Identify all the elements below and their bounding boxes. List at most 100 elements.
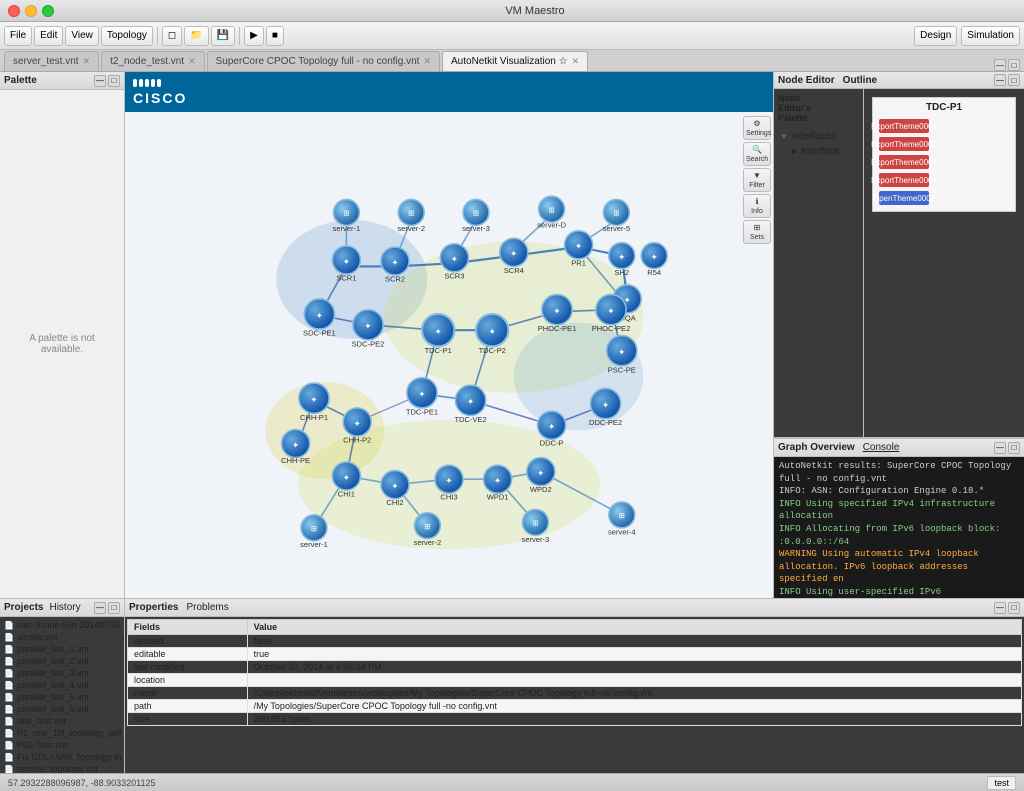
- project-item[interactable]: 📄parallel_link_2.vnt: [2, 655, 122, 667]
- ne-max-btn[interactable]: □: [1008, 74, 1020, 86]
- project-item[interactable]: 📄parallel_link_1.vnt: [2, 643, 122, 655]
- node-export-1[interactable]: ExportTheme0001: [877, 117, 1011, 135]
- props-max-btn[interactable]: □: [1008, 602, 1020, 614]
- node-open-1[interactable]: OpenTheme0001: [877, 189, 1011, 207]
- project-item[interactable]: 📄parallel_link_4.vnt: [2, 679, 122, 691]
- project-item[interactable]: 📄one_test.vnt: [2, 715, 122, 727]
- project-item[interactable]: 📄Fix CDL+ANK Topology Institute: [2, 751, 122, 763]
- project-item[interactable]: 📄parallel_link_3.vnt: [2, 667, 122, 679]
- project-item[interactable]: 📄P01-Test.vnt: [2, 739, 122, 751]
- projects-max-btn[interactable]: □: [108, 602, 120, 614]
- node-wpd2[interactable]: ✦ WPD2: [527, 458, 555, 495]
- projects-tab-label[interactable]: Projects: [4, 602, 43, 613]
- toolbar-design[interactable]: Design: [914, 26, 957, 46]
- node-chh-p1[interactable]: ✦ CHH-P1: [299, 383, 329, 422]
- console-tab-label[interactable]: Console: [863, 442, 900, 453]
- node-serverD[interactable]: ⊞ server-D: [537, 196, 566, 229]
- project-item[interactable]: 📄calc-Xmde-5lin-20140703_c: [2, 619, 122, 631]
- problems-tab-label[interactable]: Problems: [186, 602, 228, 613]
- toolbar-run[interactable]: ▶: [244, 26, 264, 46]
- node-ddc-pe2[interactable]: ✦ DDC-PE2: [589, 388, 622, 427]
- tree-interface[interactable]: ▸ Interface: [776, 144, 861, 159]
- node-scr3[interactable]: ✦ SCR3: [440, 244, 468, 281]
- ne-min-btn[interactable]: —: [994, 74, 1006, 86]
- node-tdc-p2[interactable]: ✦ TDC-P2: [476, 314, 508, 355]
- topology-panel: CISCO: [125, 72, 774, 598]
- node-scr4[interactable]: ✦ SCR4: [500, 238, 528, 275]
- toolbar-topology[interactable]: Topology: [101, 26, 153, 46]
- settings-tool[interactable]: ⚙Settings: [743, 116, 771, 140]
- node-server2[interactable]: ⊞ server-2: [397, 199, 425, 232]
- node-sdc-pe2[interactable]: ✦ SDC-PE2: [352, 310, 385, 349]
- history-tab-label[interactable]: History: [49, 602, 80, 613]
- close-button[interactable]: [8, 5, 20, 17]
- panel-min-btn[interactable]: —: [994, 59, 1006, 71]
- sets-tool[interactable]: ⊞Sets: [743, 220, 771, 244]
- toolbar-open[interactable]: 📁: [184, 26, 208, 46]
- tab-supercore[interactable]: SuperCore CPOC Topology full - no config…: [207, 51, 440, 71]
- node-scr1[interactable]: ✦ SCR1: [332, 246, 360, 283]
- project-item[interactable]: 📄simple.vnt: [2, 631, 122, 643]
- tab-close-icon[interactable]: ✕: [83, 56, 91, 67]
- topology-canvas[interactable]: ⊞ server-1 ⊞ server-2 ⊞ server-3 ⊞ serve…: [125, 112, 773, 598]
- node-ddc-p[interactable]: ✦ DDC-P: [538, 411, 566, 448]
- palette-maximize-btn[interactable]: □: [108, 75, 120, 87]
- filter-tool[interactable]: ▼Filter: [743, 168, 771, 192]
- tab-close-icon[interactable]: ✕: [572, 56, 580, 67]
- toolbar-stop[interactable]: ■: [266, 26, 284, 46]
- tab-node-test[interactable]: t2_node_test.vnt ✕: [101, 51, 205, 71]
- svg-text:server-1: server-1: [333, 224, 361, 233]
- node-tdc-ve2[interactable]: ✦ TDC-VE2: [454, 385, 486, 424]
- node-chh-p2[interactable]: ✦ CHH-P2: [343, 408, 371, 445]
- project-item[interactable]: 📄remote_topology.vnt: [2, 763, 122, 773]
- toolbar-edit[interactable]: Edit: [34, 26, 63, 46]
- tab-close-icon[interactable]: ✕: [423, 56, 431, 67]
- node-tdc-p1[interactable]: ✦ TDC-P1: [422, 314, 454, 355]
- info-tool[interactable]: ℹInfo: [743, 194, 771, 218]
- node-server-1b[interactable]: ⊞ server-1: [300, 515, 328, 549]
- console-min-btn[interactable]: —: [994, 442, 1006, 454]
- node-r54[interactable]: ✦ R54: [641, 243, 667, 277]
- tree-interfaces[interactable]: ▼ Interfaces: [776, 129, 861, 144]
- toolbar-file[interactable]: File: [4, 26, 32, 46]
- node-chh-pe[interactable]: ✦ CHH-PE: [281, 430, 310, 465]
- toolbar-save[interactable]: 💾: [211, 26, 235, 46]
- toolbar-simulation[interactable]: Simulation: [961, 26, 1020, 46]
- node-wpd1[interactable]: ✦ WPD1: [484, 465, 512, 502]
- node-server3[interactable]: ⊞ server-3: [462, 199, 490, 232]
- toolbar-view[interactable]: View: [65, 26, 99, 46]
- svg-text:✦: ✦: [618, 347, 626, 357]
- project-item[interactable]: 📄parallel_link_5.vnt: [2, 691, 122, 703]
- toolbar-new[interactable]: ◻: [162, 26, 182, 46]
- project-item[interactable]: 📄P1_one_1R_topology_with_PE_2R1: [2, 727, 122, 739]
- test-button[interactable]: test: [987, 776, 1016, 790]
- node-export-4[interactable]: ExportTheme0004: [877, 171, 1011, 189]
- projects-min-btn[interactable]: —: [94, 602, 106, 614]
- node-server-4b[interactable]: ⊞ server-4: [608, 502, 636, 536]
- palette-minimize-btn[interactable]: —: [94, 75, 106, 87]
- graph-overview-tab[interactable]: Graph Overview: [778, 442, 855, 453]
- maximize-button[interactable]: [42, 5, 54, 17]
- minimize-button[interactable]: [25, 5, 37, 17]
- node-server1[interactable]: ⊞ server-1: [333, 199, 361, 232]
- tab-close-icon[interactable]: ✕: [188, 56, 196, 67]
- console-max-btn[interactable]: □: [1008, 442, 1020, 454]
- node-server-3b[interactable]: ⊞ server-3: [522, 509, 550, 543]
- node-export-2[interactable]: ExportTheme0002: [877, 135, 1011, 153]
- tab-server-test[interactable]: server_test.vnt ✕: [4, 51, 99, 71]
- props-min-btn[interactable]: —: [994, 602, 1006, 614]
- panel-max-btn[interactable]: □: [1008, 59, 1020, 71]
- project-item[interactable]: 📄parallel_link_6.vnt: [2, 703, 122, 715]
- props-tab-label[interactable]: Properties: [129, 602, 178, 613]
- tree-item-label: Interface: [801, 146, 840, 157]
- svg-text:✦: ✦: [391, 257, 399, 267]
- node-server-2b[interactable]: ⊞ server-2: [414, 513, 442, 547]
- node-tdc-pe1[interactable]: ✦ TDC-PE1: [406, 378, 438, 417]
- search-tool[interactable]: 🔍Search: [743, 142, 771, 166]
- node-export-3[interactable]: ExportTheme0003: [877, 153, 1011, 171]
- node-scr2[interactable]: ✦ SCR2: [381, 247, 409, 284]
- node-psc-pe[interactable]: ✦ PSC-PE: [607, 336, 637, 375]
- node-server5[interactable]: ⊞ server-5: [603, 199, 631, 232]
- node-sdc-pe1[interactable]: ✦ SDC-PE1: [303, 299, 336, 338]
- tab-autonetkit[interactable]: AutoNetkit Visualization ☆ ✕: [442, 51, 588, 71]
